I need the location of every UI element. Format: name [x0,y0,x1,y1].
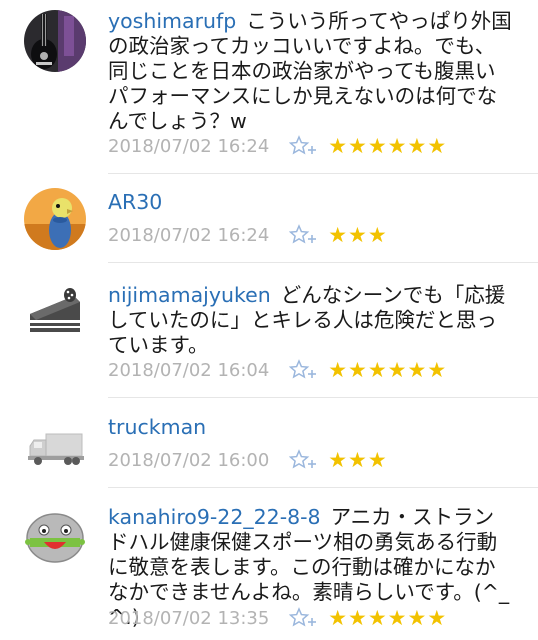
comment-meta: 2018/07/02 13:35 ★★★★★★ [108,606,447,632]
add-star-button[interactable] [288,449,319,471]
username-link[interactable]: AR30 [108,190,162,214]
divider [108,173,538,174]
guitar-photo-avatar-icon [24,10,86,72]
star-plus-icon [288,224,317,244]
add-star-button[interactable] [288,135,319,157]
comment-text: yoshimarufp こういう所ってやっぱり外国の政治家ってカッコいいですよね。… [108,9,513,134]
comment-text: AR30 [108,190,513,215]
username-link[interactable]: nijimamajyuken [108,283,271,307]
star-plus-icon [288,359,317,379]
robot-face-avatar-icon [24,506,86,568]
timestamp: 2018/07/02 16:00 [108,449,270,471]
username-link[interactable]: kanahiro9-22_22-8-8 [108,505,321,529]
star-plus-icon [288,607,317,627]
parakeet-photo-avatar-icon [24,188,86,250]
star-rating: ★★★★★★ [328,606,448,630]
star-rating: ★★★ [328,223,388,247]
add-star-button[interactable] [288,359,319,381]
star-rating: ★★★★★★ [328,134,448,158]
star-rating: ★★★ [328,448,388,472]
comment-meta: 2018/07/02 16:04 ★★★★★★ [108,358,447,384]
divider [108,262,538,263]
cake-slice-avatar-icon [24,282,86,344]
timestamp: 2018/07/02 16:04 [108,359,270,381]
timestamp: 2018/07/02 13:35 [108,607,270,629]
username-link[interactable]: truckman [108,415,206,439]
divider [108,397,538,398]
add-star-button[interactable] [288,607,319,629]
comment-meta: 2018/07/02 16:00 ★★★ [108,448,388,474]
star-plus-icon [288,135,317,155]
add-star-button[interactable] [288,224,319,246]
username-link[interactable]: yoshimarufp [108,9,236,33]
timestamp: 2018/07/02 16:24 [108,135,270,157]
star-plus-icon [288,449,317,469]
comment-text: nijimamajyuken どんなシーンでも「応援していたのに」とキレる人は危険… [108,283,513,358]
user-avatar[interactable] [24,188,86,250]
user-avatar[interactable] [24,506,86,568]
user-avatar[interactable] [24,10,86,72]
star-rating: ★★★★★★ [328,358,448,382]
comment-meta: 2018/07/02 16:24 ★★★★★★ [108,134,447,160]
user-avatar[interactable] [24,414,86,476]
truck-avatar-icon [24,414,86,476]
user-avatar[interactable] [24,282,86,344]
divider [108,487,538,488]
comment-text: truckman [108,415,513,440]
timestamp: 2018/07/02 16:24 [108,224,270,246]
comment-meta: 2018/07/02 16:24 ★★★ [108,223,388,249]
